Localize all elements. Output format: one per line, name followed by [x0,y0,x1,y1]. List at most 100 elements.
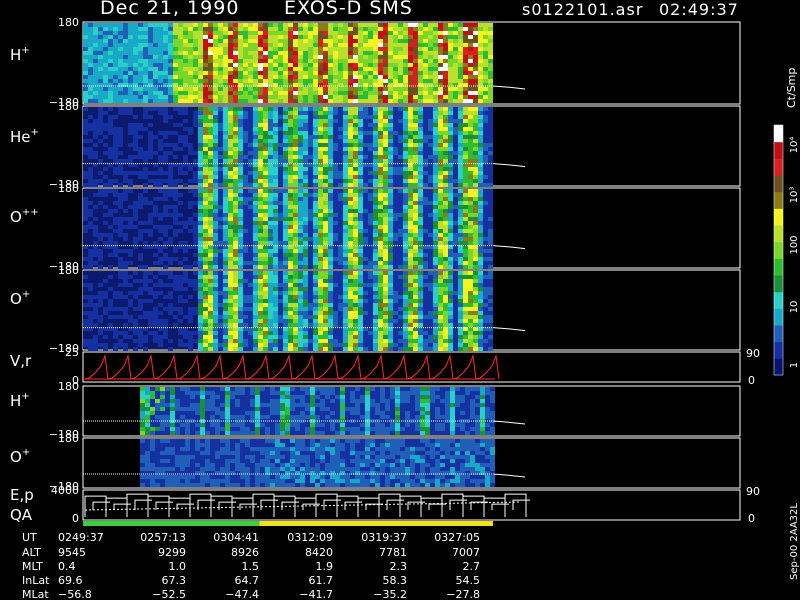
spectrogram-cell [373,143,378,147]
spectrogram-cell [403,127,408,131]
spectrogram-cell [248,51,253,55]
spectrogram-cell [298,59,303,63]
spectrogram-cell [248,257,253,261]
spectrogram-cell [403,225,408,229]
spectrogram-cell [228,265,233,269]
spectrogram-cell [343,189,348,193]
spectrogram-cell [398,67,403,71]
spectrogram-cell [453,139,458,143]
spectrogram-cell [238,307,243,311]
spectrogram-cell [468,27,473,31]
spectrogram-cell [438,127,443,131]
spectrogram-cell [268,35,273,39]
spectrogram-cell [223,209,228,213]
spectrogram-cell [463,171,468,175]
spectrogram-cell [443,225,448,229]
spectrogram-cell [438,119,443,123]
spectrogram-cell [328,163,333,167]
spectrogram-cell [453,201,458,205]
spectrogram-cell [388,31,393,35]
spectrogram-cell [398,167,403,171]
spectrogram-cell [258,79,263,83]
spectrogram-cell [363,127,368,131]
spectrogram-cell [408,111,413,115]
spectrogram-cell [253,271,258,275]
spectrogram-cell [458,95,463,99]
spectrogram-cell [198,147,203,151]
spectrogram-cell [313,197,318,201]
spectrogram-cell [203,221,208,225]
spectrogram-cell [113,167,118,171]
spectrogram-cell [138,39,143,43]
spectrogram-cell [128,43,133,47]
spectrogram-cell [268,79,273,83]
spectrogram-cell [398,27,403,31]
spectrogram-cell [253,27,258,31]
spectrogram-cell [463,143,468,147]
spectrogram-cell [458,55,463,59]
spectrogram-cell [168,347,173,351]
spectrogram-cell [258,87,263,91]
spectrogram-cell [358,111,363,115]
spectrogram-cell [453,55,458,59]
spectrogram-cell [278,67,283,71]
spectrogram-cell [193,67,198,71]
spectrogram-cell [298,245,303,249]
spectrogram-cell [343,229,348,233]
spectrogram-cell [88,59,93,63]
spectrogram-cell [228,75,233,79]
spectrogram-cell [238,279,243,283]
spectrogram-cell [413,253,418,257]
spectrogram-cell [468,31,473,35]
spectrogram-cell [158,63,163,67]
spectrogram-cell [83,51,88,55]
spectrogram-cell [458,151,463,155]
spectrogram-cell [118,79,123,83]
spectrogram-cell [188,63,193,67]
spectrogram-cell [363,91,368,95]
spectrogram-cell [453,31,458,35]
spectrogram-cell [358,67,363,71]
spectrogram-cell [203,225,208,229]
spectrogram-cell [308,189,313,193]
spectrogram-cell [438,265,443,269]
spectrogram-cell [203,217,208,221]
spectrogram-cell [288,127,293,131]
spectrogram-cell [283,71,288,75]
spectrogram-cell [333,59,338,63]
spectrogram-cell [388,171,393,175]
spectrogram-cell [218,335,223,339]
spectrogram-cell [343,213,348,217]
spectrogram-cell [338,143,343,147]
spectrogram-cell [258,327,263,331]
spectrogram-cell [388,95,393,99]
spectrogram-cell [188,91,193,95]
spectrogram-cell [233,119,238,123]
spectrogram-cell [433,167,438,171]
spectrogram-cell [388,151,393,155]
spectrogram-cell [188,339,193,343]
spectrogram-cell [403,249,408,253]
spectrogram-cell [378,43,383,47]
spectrogram-cell [273,67,278,71]
spectrogram-cell [363,233,368,237]
spectrogram-cell [83,47,88,51]
spectrogram-cell [318,55,323,59]
spectrogram-cell [253,47,258,51]
spectrogram-cell [233,171,238,175]
spectrogram-cell [308,265,313,269]
spectrogram-cell [383,175,388,179]
spectrogram-cell [83,229,88,233]
spectrogram-cell [218,131,223,135]
spectrogram-cell [208,229,213,233]
spectrogram-cell [123,225,128,229]
spectrogram-cell [258,51,263,55]
spectrogram-cell [408,193,413,197]
spectrogram-cell [188,205,193,209]
spectrogram-cell [383,107,388,111]
spectrogram-cell [338,99,343,103]
spectrogram-cell [183,331,188,335]
spectrogram-cell [83,213,88,217]
spectrogram-cell [223,115,228,119]
spectrogram-cell [458,67,463,71]
